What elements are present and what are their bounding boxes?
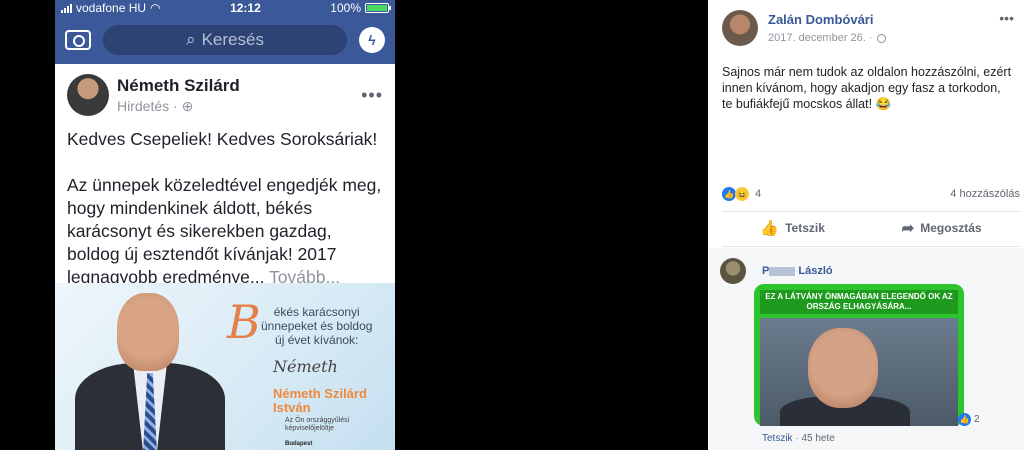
messenger-icon[interactable]: ϟ [359,27,385,53]
status-right: 100% [330,1,391,15]
post-header: Zalán Dombóvári 2017. december 26. · ••• [708,0,1024,46]
globe-icon: ⊕ [181,97,194,114]
divider [722,246,1020,247]
globe-icon [876,33,886,43]
share-icon: ➦ [901,220,915,237]
thumbs-up-icon: 👍 [760,220,780,237]
wifi-icon: ◠ [150,1,161,15]
like-reaction-icon: 👍 [722,187,736,201]
status-bar: vodafone HU ◠ 12:12 100% [55,0,395,16]
ad-greeting: ékés karácsonyi ünnepeket és boldog új é… [261,305,373,347]
post-text: Sajnos már nem tudok az oldalon hozzászó… [722,65,1012,111]
search-input[interactable]: ⌕ Keresés [103,25,347,55]
battery-percent: 100% [330,1,361,15]
comment-like-link[interactable]: Tetszik [762,433,793,444]
like-button[interactable]: 👍 Tetszik [760,219,824,237]
like-reaction-icon: 👍 [958,413,971,426]
screenshot-canvas: vodafone HU ◠ 12:12 100% ⌕ Keresés ϟ Ném… [0,0,1024,450]
comment-image[interactable]: EZ A LÁTVÁNY ÖNMAGÁBAN ELEGENDŐ OK AZ OR… [754,284,964,426]
comment-reactions[interactable]: 👍 2 [958,413,980,426]
haha-reaction-icon: 😆 [735,187,749,201]
ad-image[interactable]: B ékés karácsonyi ünnepeket és boldog új… [55,283,395,450]
redacted-name [769,266,796,276]
avatar[interactable] [722,10,758,46]
fb-navbar: ⌕ Keresés ϟ [55,16,395,64]
post-date-text[interactable]: 2017. december 26. · [768,32,873,44]
like-label: Tetszik [785,221,825,235]
ad-candidate-name: Németh Szilárd István [273,386,367,415]
comment-footer: Tetszik · 45 hete [762,433,835,444]
politician-photo [75,291,225,450]
ad-candidate-role: Az Ön országgyűlési képviselőjelöltje [285,417,350,432]
clock: 12:12 [230,1,261,15]
signature: Németh [273,357,338,376]
share-label: Megosztás [920,221,982,235]
search-icon: ⌕ [186,30,196,49]
post-stats: 👍 😆 4 4 hozzászólás [722,187,1020,201]
post-greeting: Kedves Csepeliek! Kedves Soroksáriak! [67,129,378,149]
signal-icon [61,3,72,13]
comment-age[interactable]: 45 hete [801,433,834,444]
comment-reaction-count: 2 [974,414,980,425]
camera-icon[interactable] [65,30,91,50]
ad-post-header: Németh Szilárd Hirdetés · ⊕ ••• [55,64,395,122]
post-meta: Hirdetés · ⊕ [117,98,361,115]
more-options-icon[interactable]: ••• [999,10,1014,26]
sponsored-label: Hirdetés · [117,97,178,114]
status-left: vodafone HU ◠ [61,1,161,15]
battery-fill [367,5,387,11]
reaction-count: 4 [755,188,762,200]
post-date: 2017. december 26. · [768,32,999,44]
share-button[interactable]: ➦ Megosztás [902,219,982,237]
post-author[interactable]: Németh Szilárd [117,76,361,96]
ad-city: Budapest [285,441,313,447]
post-actions: 👍 Tetszik ➦ Megosztás [722,219,1020,237]
meme-photo [760,318,958,426]
avatar[interactable] [67,74,109,116]
battery-icon [365,3,391,13]
comment-section: P László EZ A LÁTVÁNY ÖNMAGÁBAN ELEGENDŐ… [708,248,1024,450]
post-text: Az ünnepek közeledtével engedjék meg, ho… [67,174,383,289]
facebook-post: Zalán Dombóvári 2017. december 26. · •••… [708,0,1024,450]
divider [722,211,1020,212]
comment-author[interactable]: P László [762,265,833,277]
post-author[interactable]: Zalán Dombóvári [768,12,999,27]
search-placeholder: Keresés [201,30,264,49]
comment-count[interactable]: 4 hozzászólás [950,188,1020,200]
ad-post-body: Kedves Csepeliek! Kedves Soroksáriak! Az… [55,122,395,289]
reactions-summary[interactable]: 👍 😆 4 [722,187,761,201]
ad-initial: B [227,295,261,349]
carrier-label: vodafone HU [76,1,147,15]
more-options-icon[interactable]: ••• [361,85,383,106]
phone-screenshot: vodafone HU ◠ 12:12 100% ⌕ Keresés ϟ Ném… [55,0,395,450]
avatar[interactable] [720,258,746,284]
meme-caption: EZ A LÁTVÁNY ÖNMAGÁBAN ELEGENDŐ OK AZ OR… [760,290,958,314]
